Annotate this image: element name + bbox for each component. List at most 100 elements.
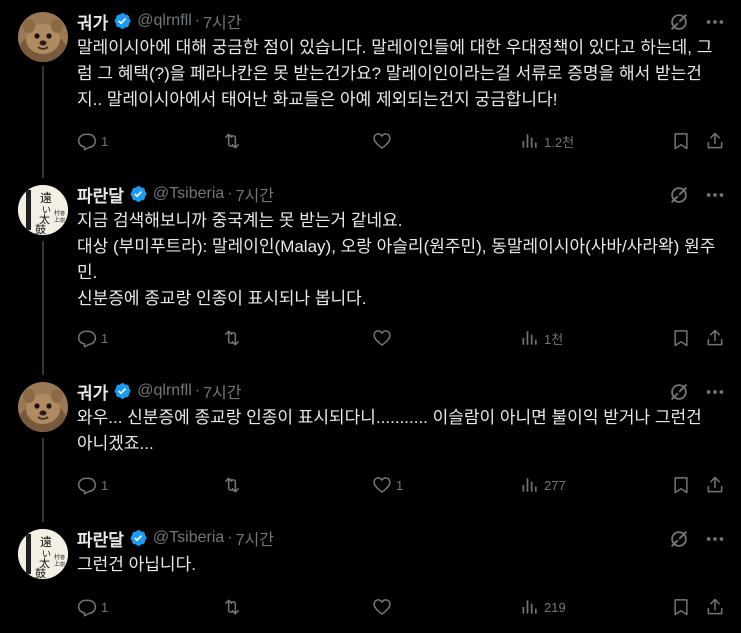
like-button[interactable]: 1 <box>372 475 403 495</box>
reply-icon <box>77 475 97 495</box>
more-icon[interactable] <box>704 381 726 403</box>
quokka-avatar-image <box>18 12 68 62</box>
action-bar: 1 1천 <box>77 328 727 350</box>
bookmark-button[interactable] <box>671 131 691 151</box>
avatar[interactable]: 遠 い 太 鼓 村 上 春 樹 <box>18 529 68 579</box>
avatar-glyph: 鼓 <box>35 222 46 235</box>
share-button[interactable] <box>705 597 725 617</box>
bookmark-button[interactable] <box>671 597 691 617</box>
views-button[interactable]: 219 <box>520 597 566 617</box>
tweet-text: 지금 검색해보니까 중국계는 못 받는거 같네요. 대상 (부미푸트라): 말레… <box>77 211 716 308</box>
bookmark-icon <box>671 475 691 495</box>
avatar[interactable]: 遠 い 太 鼓 村 上 春 樹 <box>18 185 68 235</box>
share-button[interactable] <box>705 328 725 348</box>
views-button[interactable]: 1.2천 <box>520 131 574 151</box>
like-icon <box>372 328 392 348</box>
retweet-button[interactable] <box>222 131 246 151</box>
views-button[interactable]: 1천 <box>520 328 563 348</box>
tweet-header: 궈가 @qlrnfll · 7시간 <box>77 9 241 34</box>
retweet-button[interactable] <box>222 328 246 348</box>
reply-button[interactable]: 1 <box>77 131 108 151</box>
avatar[interactable] <box>18 382 68 432</box>
tweet[interactable]: 遠 い 太 鼓 村 上 春 樹 파란달 @Tsiberia · 7시간 그런건 … <box>0 527 741 633</box>
display-name[interactable]: 궈가 <box>77 9 108 34</box>
tweet-text: 와우... 신분증에 종교랑 인종이 표시되다니........... 이슬람이… <box>77 408 707 453</box>
retweet-icon <box>222 597 242 617</box>
share-icon <box>705 328 725 348</box>
bookmark-icon <box>671 328 691 348</box>
avatar[interactable] <box>18 12 68 62</box>
like-button[interactable] <box>372 131 396 151</box>
views-icon <box>520 597 540 617</box>
more-icon[interactable] <box>704 184 726 206</box>
like-button[interactable] <box>372 328 396 348</box>
share-icon <box>705 597 725 617</box>
tweet[interactable]: 궈가 @qlrnfll · 7시간 와우... 신분증에 종교랑 인종이 표시되… <box>0 380 741 504</box>
avatar-glyph: 樹 <box>60 561 65 568</box>
bookmark-button[interactable] <box>671 328 691 348</box>
retweet-icon <box>222 328 242 348</box>
retweet-button[interactable] <box>222 475 246 495</box>
grok-icon[interactable] <box>668 381 690 403</box>
tweet-text: 그런건 아닙니다. <box>77 555 196 574</box>
reply-button[interactable]: 1 <box>77 475 108 495</box>
retweet-button[interactable] <box>222 597 246 617</box>
retweet-icon <box>222 475 242 495</box>
reply-button[interactable]: 1 <box>77 597 108 617</box>
view-count: 277 <box>544 477 566 493</box>
avatar-glyph: 鼓 <box>35 566 46 579</box>
tweet-header: 파란달 @Tsiberia · 7시간 <box>77 182 274 207</box>
tweet-header: 궈가 @qlrnfll · 7시간 <box>77 379 241 404</box>
share-button[interactable] <box>705 475 725 495</box>
action-bar: 1 219 <box>77 597 727 619</box>
display-name[interactable]: 궈가 <box>77 379 108 404</box>
share-icon <box>705 475 725 495</box>
bookmark-icon <box>671 597 691 617</box>
display-name[interactable]: 파란달 <box>77 526 124 551</box>
action-bar: 1 1 277 <box>77 475 727 497</box>
avatar-glyph: 樹 <box>60 217 65 224</box>
handle[interactable]: @Tsiberia <box>153 185 224 203</box>
retweet-icon <box>222 131 242 151</box>
tweet-header: 파란달 @Tsiberia · 7시간 <box>77 526 274 551</box>
book-cover-avatar-image: 遠 い 太 鼓 村 上 春 樹 <box>18 529 68 579</box>
like-icon <box>372 131 392 151</box>
bookmark-icon <box>671 131 691 151</box>
more-icon[interactable] <box>704 11 726 33</box>
tweet[interactable]: 궈가 @qlrnfll · 7시간 말레이시아에 대해 궁금한 점이 있습니다.… <box>0 10 741 160</box>
timestamp[interactable]: 7시간 <box>203 379 241 403</box>
separator: · <box>194 12 201 29</box>
handle[interactable]: @qlrnfll <box>137 382 191 400</box>
avatar-glyph: 遠 <box>40 191 52 205</box>
timestamp[interactable]: 7시간 <box>236 526 274 550</box>
bookmark-button[interactable] <box>671 475 691 495</box>
like-button[interactable] <box>372 597 396 617</box>
view-count: 219 <box>544 599 566 615</box>
timestamp[interactable]: 7시간 <box>203 9 241 33</box>
display-name[interactable]: 파란달 <box>77 182 124 207</box>
reply-count: 1 <box>101 330 109 346</box>
verified-badge-icon <box>128 528 148 548</box>
like-icon <box>372 475 392 495</box>
handle[interactable]: @Tsiberia <box>153 529 224 547</box>
more-icon[interactable] <box>704 528 726 550</box>
view-count: 1.2천 <box>544 134 575 150</box>
grok-icon[interactable] <box>668 184 690 206</box>
views-button[interactable]: 277 <box>520 475 566 495</box>
reply-count: 1 <box>101 133 109 149</box>
separator: · <box>227 185 233 202</box>
verified-badge-icon <box>112 11 132 31</box>
tweet[interactable]: 遠 い 太 鼓 村 上 春 樹 파란달 @Tsiberia · 7시간 지금 검… <box>0 183 741 358</box>
avatar-glyph: 春 <box>60 554 65 561</box>
handle[interactable]: @qlrnfll <box>137 12 191 30</box>
reply-button[interactable]: 1 <box>77 328 108 348</box>
reply-icon <box>77 597 97 617</box>
tweet-text: 말레이시아에 대해 궁금한 점이 있습니다. 말레이인들에 대한 우대정책이 있… <box>77 38 713 109</box>
timestamp[interactable]: 7시간 <box>236 182 274 206</box>
separator: · <box>194 382 201 399</box>
quokka-avatar-image <box>18 382 68 432</box>
grok-icon[interactable] <box>668 528 690 550</box>
share-button[interactable] <box>705 131 725 151</box>
views-icon <box>520 131 540 151</box>
grok-icon[interactable] <box>668 11 690 33</box>
